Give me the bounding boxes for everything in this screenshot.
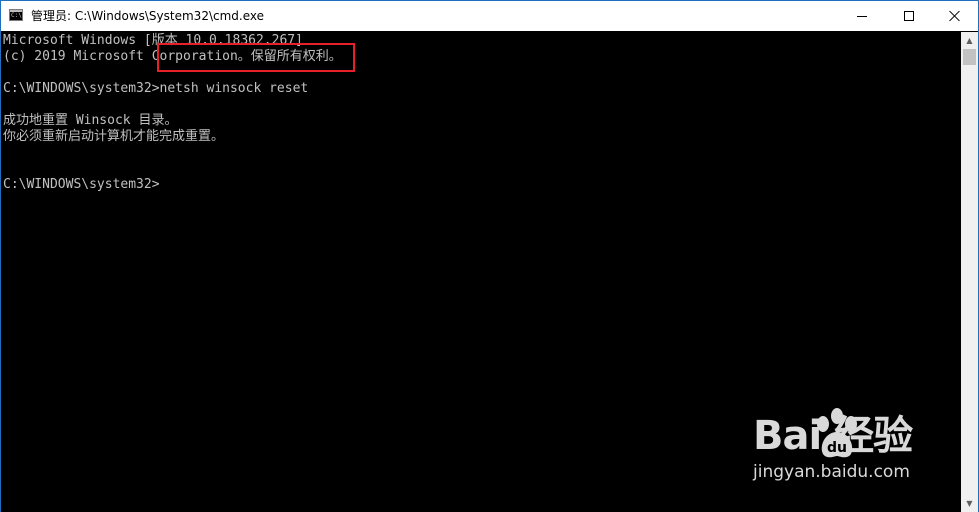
console-line-success: 成功地重置 Winsock 目录。	[3, 113, 178, 128]
minimize-button[interactable]	[839, 1, 885, 31]
paw-icon: du	[817, 408, 857, 458]
watermark-url: jingyan.baidu.com	[753, 462, 910, 482]
cmd-window: 管理员: C:\Windows\System32\cmd.exe Microso…	[0, 0, 979, 512]
console-line-prompt[interactable]: C:\WINDOWS\system32>	[3, 177, 160, 193]
scroll-up-arrow-icon[interactable]: ▲	[961, 32, 978, 49]
command-highlight-box	[157, 43, 355, 72]
baidu-jingyan-watermark: Bai 经验 du jingyan.baidu.com	[753, 406, 953, 496]
cmd-icon[interactable]	[9, 9, 23, 21]
close-button[interactable]	[932, 1, 978, 31]
scroll-thumb[interactable]	[963, 49, 976, 65]
minimize-icon	[857, 16, 867, 17]
close-icon	[949, 10, 961, 22]
maximize-icon	[904, 11, 914, 21]
svg-text:du: du	[827, 440, 847, 456]
window-title: 管理员: C:\Windows\System32\cmd.exe	[31, 9, 264, 23]
console-line-restart-notice: 你必须重新启动计算机才能完成重置。	[3, 129, 225, 144]
console-line-command: C:\WINDOWS\system32>netsh winsock reset	[3, 81, 309, 96]
scroll-down-arrow-icon[interactable]: ▼	[961, 495, 978, 512]
vertical-scrollbar[interactable]: ▲ ▼	[961, 32, 978, 512]
title-bar[interactable]: 管理员: C:\Windows\System32\cmd.exe	[1, 1, 978, 31]
maximize-button[interactable]	[886, 1, 932, 31]
